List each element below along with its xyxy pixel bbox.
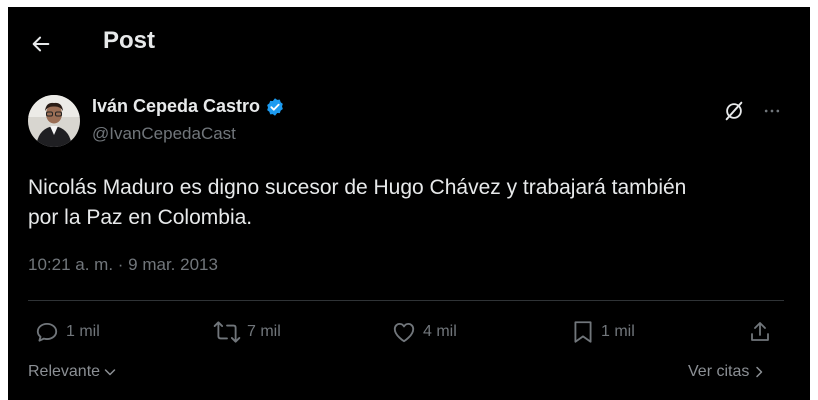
page-title: Post xyxy=(103,27,156,54)
chevron-right-icon xyxy=(756,366,763,378)
grok-button[interactable] xyxy=(720,97,748,125)
post-timestamp[interactable]: 10:21 a. m. · 9 mar. 2013 xyxy=(28,255,218,275)
post-detail-view: Post Iván Cepeda Castro @IvanCepedaCast xyxy=(8,7,810,400)
bookmark-icon xyxy=(574,321,592,343)
post-text: Nicolás Maduro es digno sucesor de Hugo … xyxy=(28,173,788,233)
repost-button[interactable]: 7 mil xyxy=(213,317,281,347)
share-button[interactable] xyxy=(748,317,772,347)
reply-button[interactable]: 1 mil xyxy=(34,317,100,347)
author-name-row: Iván Cepeda Castro xyxy=(92,96,285,117)
view-quotes-label: Ver citas xyxy=(688,363,750,380)
post-text-line: Nicolás Maduro es digno sucesor de Hugo … xyxy=(28,176,687,199)
divider xyxy=(28,300,784,301)
reply-count: 1 mil xyxy=(66,323,100,340)
view-quotes-link[interactable]: Ver citas xyxy=(688,363,766,381)
sort-replies-dropdown[interactable]: Relevante xyxy=(28,363,117,381)
like-count: 4 mil xyxy=(423,323,457,340)
bookmark-button[interactable]: 1 mil xyxy=(571,317,635,347)
like-button[interactable]: 4 mil xyxy=(391,317,457,347)
post-text-line: por la Paz en Colombia. xyxy=(28,206,253,229)
repost-count: 7 mil xyxy=(247,323,281,340)
reply-icon xyxy=(36,322,58,342)
avatar-image xyxy=(28,95,80,147)
chevron-down-icon xyxy=(104,369,116,376)
author-handle[interactable]: @IvanCepedaCast xyxy=(92,124,236,144)
share-icon xyxy=(751,322,769,341)
repost-icon xyxy=(213,321,241,343)
bookmark-count: 1 mil xyxy=(601,323,635,340)
more-button[interactable] xyxy=(758,97,786,125)
more-horizontal-icon xyxy=(764,109,780,113)
verified-badge-icon xyxy=(267,97,283,116)
sort-label: Relevante xyxy=(28,363,101,380)
back-button[interactable] xyxy=(24,27,58,61)
arrow-left-icon xyxy=(32,36,50,52)
heart-icon xyxy=(393,322,415,343)
grok-icon xyxy=(725,101,743,121)
avatar[interactable] xyxy=(28,95,80,147)
author-name[interactable]: Iván Cepeda Castro xyxy=(92,96,260,117)
